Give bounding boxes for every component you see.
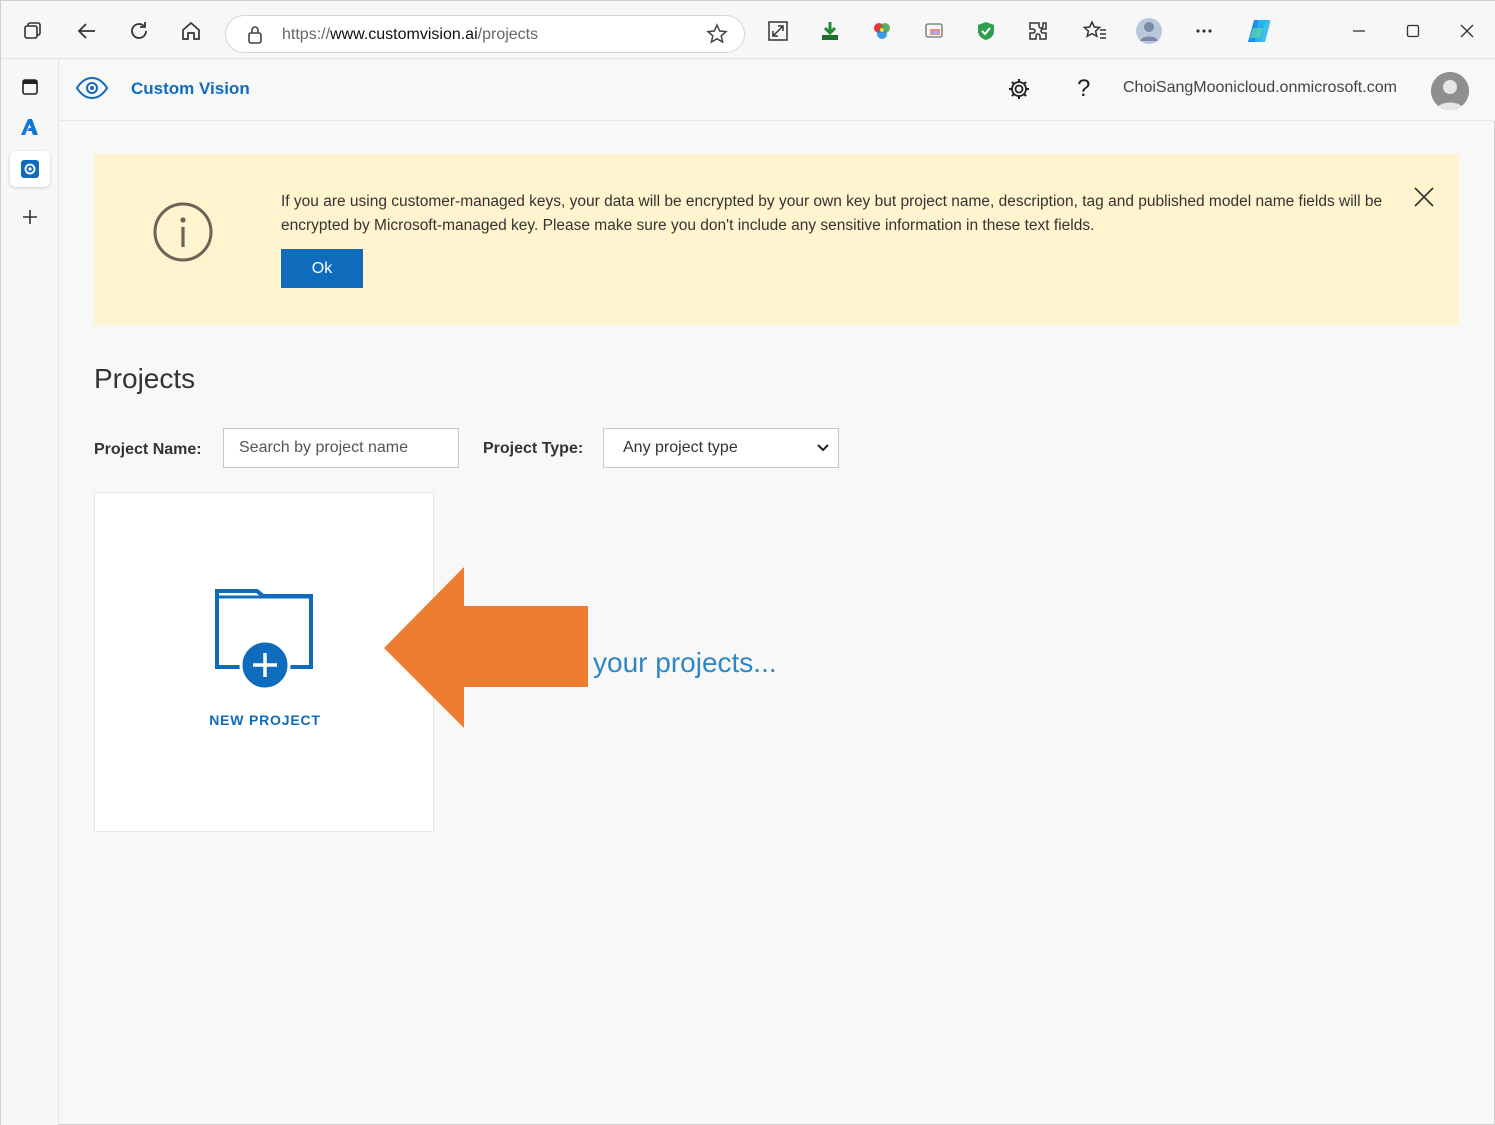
settings-gear-icon[interactable] bbox=[1007, 77, 1031, 106]
profile-icon[interactable] bbox=[1133, 15, 1165, 47]
new-tab-plus-icon[interactable] bbox=[10, 199, 50, 235]
url-scheme: https:// bbox=[282, 26, 331, 43]
info-icon bbox=[152, 201, 214, 268]
page-title: Projects bbox=[94, 363, 196, 394]
project-search-input[interactable] bbox=[223, 428, 459, 468]
project-type-label: Project Type: bbox=[483, 440, 584, 457]
back-icon[interactable] bbox=[71, 15, 103, 47]
refresh-icon[interactable] bbox=[123, 15, 155, 47]
banner-message: If you are using customer-managed keys, … bbox=[281, 193, 1383, 234]
lock-icon[interactable] bbox=[246, 25, 264, 50]
maximize-icon[interactable] bbox=[1397, 15, 1429, 47]
azure-tab-icon[interactable] bbox=[10, 109, 50, 145]
project-name-label: Project Name: bbox=[94, 441, 202, 458]
new-project-card[interactable]: NEW PROJECT bbox=[94, 492, 434, 832]
vertical-tab-strip bbox=[1, 59, 59, 1125]
custom-vision-tab-icon[interactable] bbox=[10, 151, 50, 187]
loading-projects-text: your projects... bbox=[593, 647, 777, 678]
user-avatar[interactable] bbox=[1431, 72, 1469, 110]
url-text[interactable]: https://www.customvision.ai/projects bbox=[282, 26, 538, 44]
color-picker-extension-icon[interactable] bbox=[866, 15, 898, 47]
app-name[interactable]: Custom Vision bbox=[131, 79, 250, 99]
close-banner-icon[interactable] bbox=[1413, 186, 1435, 213]
close-window-icon[interactable] bbox=[1451, 15, 1483, 47]
app-header: Custom Vision ? ChoiSangMoonicloud.onmic… bbox=[59, 59, 1495, 121]
url-path: /projects bbox=[477, 26, 539, 43]
browser-toolbar: https://www.customvision.ai/projects bbox=[1, 1, 1495, 59]
cast-extension-icon[interactable] bbox=[918, 15, 950, 47]
project-type-selected-value: Any project type bbox=[623, 439, 738, 456]
chevron-down-icon bbox=[816, 441, 830, 460]
address-bar[interactable]: https://www.customvision.ai/projects bbox=[225, 15, 745, 53]
project-type-select[interactable]: Any project type bbox=[603, 428, 839, 468]
sidebar-panel-icon[interactable] bbox=[10, 69, 50, 105]
user-account-email[interactable]: ChoiSangMoonicloud.onmicrosoft.com bbox=[1123, 79, 1397, 97]
home-icon[interactable] bbox=[175, 15, 207, 47]
more-options-icon[interactable] bbox=[1188, 15, 1220, 47]
ok-button[interactable]: Ok bbox=[281, 249, 363, 288]
help-icon[interactable]: ? bbox=[1077, 75, 1090, 103]
browser-window: https://www.customvision.ai/projects Cus… bbox=[0, 0, 1495, 1125]
tab-actions-icon[interactable] bbox=[17, 15, 49, 47]
cmk-warning-banner: If you are using customer-managed keys, … bbox=[94, 154, 1459, 325]
copilot-icon[interactable] bbox=[1243, 15, 1275, 47]
expand-icon[interactable] bbox=[762, 15, 794, 47]
download-extension-icon[interactable] bbox=[814, 15, 846, 47]
favorite-star-icon[interactable] bbox=[706, 23, 728, 50]
shield-extension-icon[interactable] bbox=[970, 15, 1002, 47]
new-folder-icon bbox=[213, 583, 315, 696]
eye-logo-icon[interactable] bbox=[75, 75, 109, 106]
url-host: www.customvision.ai bbox=[330, 26, 478, 43]
minimize-icon[interactable] bbox=[1343, 15, 1375, 47]
favorites-icon[interactable] bbox=[1079, 15, 1111, 47]
left-arrow-annotation-icon bbox=[384, 567, 590, 734]
extensions-icon[interactable] bbox=[1022, 15, 1054, 47]
